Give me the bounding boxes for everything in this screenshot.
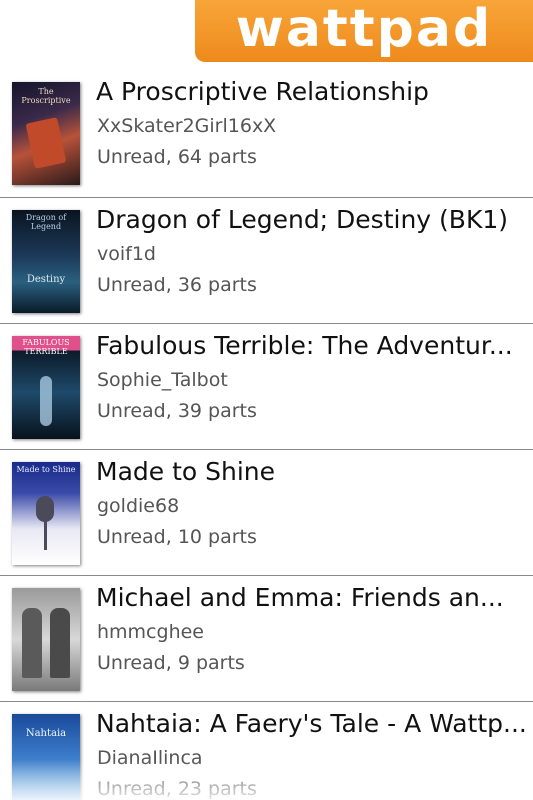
cover-text: Made to Shine — [16, 465, 76, 474]
story-list-item[interactable]: Dragon of Legend Destiny Dragon of Legen… — [0, 197, 533, 323]
story-status: Unread, 23 parts — [97, 778, 257, 800]
story-list-item[interactable]: FABULOUS TERRIBLE Fabulous Terrible: The… — [0, 323, 533, 449]
story-cover: Made to Shine — [12, 462, 80, 565]
story-author: hmmcghee — [97, 621, 204, 643]
story-list-item[interactable]: Michael and Emma: Friends an... hmmcghee… — [0, 575, 533, 701]
story-author: goldie68 — [97, 495, 180, 517]
story-title: Made to Shine — [96, 457, 276, 486]
story-status: Unread, 64 parts — [97, 146, 257, 168]
cover-text: Dragon of Legend — [25, 213, 67, 231]
story-author: voif1d — [97, 243, 156, 265]
app-header: wattpad — [0, 0, 533, 70]
cover-art — [40, 376, 52, 426]
story-title: Fabulous Terrible: The Adventur... — [96, 331, 513, 360]
story-author: Sophie_Talbot — [97, 369, 228, 391]
story-cover: FABULOUS TERRIBLE — [12, 336, 80, 439]
cover-text: FABULOUS TERRIBLE — [22, 338, 70, 356]
story-status: Unread, 10 parts — [97, 526, 257, 548]
story-title: A Proscriptive Relationship — [96, 77, 429, 106]
story-title: Nahtaia: A Faery's Tale - A Wattp... — [96, 709, 526, 738]
cover-art — [44, 520, 47, 550]
story-cover: Dragon of Legend Destiny — [12, 210, 80, 313]
wattpad-app: wattpad The Proscriptive A Proscriptive … — [0, 0, 533, 800]
cover-art — [22, 608, 42, 678]
story-status: Unread, 39 parts — [97, 400, 257, 422]
cover-art — [50, 608, 70, 678]
story-list-item[interactable]: Made to Shine Made to Shine goldie68 Unr… — [0, 449, 533, 575]
story-cover — [12, 588, 80, 691]
story-cover: Nahtaia — [12, 714, 80, 800]
story-author: DianaIlinca — [97, 747, 203, 769]
cover-text: Destiny — [26, 274, 66, 285]
story-status: Unread, 36 parts — [97, 274, 257, 296]
microphone-icon — [36, 496, 54, 522]
story-author: XxSkater2Girl16xX — [97, 115, 277, 137]
story-list-item[interactable]: Nahtaia Nahtaia: A Faery's Tale - A Watt… — [0, 701, 533, 800]
wattpad-logo[interactable]: wattpad — [195, 0, 533, 62]
cover-text: Nahtaia — [25, 728, 67, 739]
story-cover: The Proscriptive — [12, 82, 80, 185]
story-list: The Proscriptive A Proscriptive Relation… — [0, 70, 533, 800]
story-title: Dragon of Legend; Destiny (BK1) — [96, 205, 508, 234]
story-status: Unread, 9 parts — [97, 652, 245, 674]
cover-text: The Proscriptive — [21, 87, 71, 105]
story-title: Michael and Emma: Friends an... — [96, 583, 504, 612]
story-list-item[interactable]: The Proscriptive A Proscriptive Relation… — [0, 70, 533, 197]
cover-art — [25, 117, 67, 169]
